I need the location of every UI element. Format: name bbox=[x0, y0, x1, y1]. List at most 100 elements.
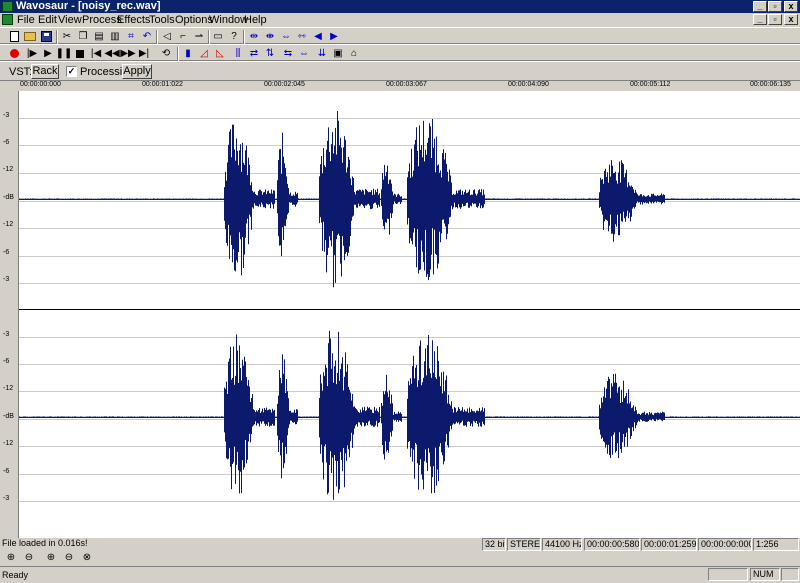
ruler-label: 00:00:02:045 bbox=[264, 81, 305, 88]
doc-close-button[interactable]: x bbox=[784, 14, 798, 25]
zoom-out-h-button[interactable]: ⇔ bbox=[279, 30, 293, 43]
rack-button[interactable]: Rack bbox=[31, 64, 59, 79]
stop-button[interactable] bbox=[73, 47, 87, 60]
fade-in-button[interactable]: ◿ bbox=[197, 47, 211, 60]
menu-effects[interactable]: Effects bbox=[117, 13, 150, 27]
fast-forward-button[interactable]: ▶▶ bbox=[120, 47, 135, 60]
close-button[interactable]: x bbox=[784, 1, 798, 12]
zoom-in-icon: ⊕ bbox=[6, 552, 16, 563]
print-button[interactable]: ▭ bbox=[211, 30, 225, 43]
menu-view[interactable]: View bbox=[58, 13, 82, 27]
go-start-icon: |◀ bbox=[90, 47, 102, 59]
zoom-out-horizontal-icon: ⇔ bbox=[281, 30, 291, 42]
scroll-right-button[interactable]: ▶ bbox=[327, 30, 341, 43]
zoom-vertical-in-button[interactable]: ⊕ bbox=[44, 552, 58, 565]
doc-restore-button[interactable]: ▫ bbox=[768, 14, 782, 25]
selection-length: 00:00:00:000 bbox=[698, 538, 752, 551]
db-label: -12 bbox=[3, 166, 14, 173]
pause-button[interactable]: ❚❚ bbox=[56, 47, 73, 60]
stereo-button[interactable]: ▣ bbox=[331, 47, 345, 60]
db-label: -12 bbox=[3, 385, 14, 392]
new-file-icon bbox=[9, 31, 19, 42]
scroll-left-button[interactable]: ◀ bbox=[311, 30, 325, 43]
play-icon: ▶ bbox=[44, 47, 52, 59]
ruler-label: 00:00:05:112 bbox=[630, 81, 671, 88]
undo-button[interactable]: ↶ bbox=[140, 30, 154, 43]
open-file-button[interactable] bbox=[23, 30, 37, 43]
menu-help[interactable]: Help bbox=[244, 13, 267, 27]
maximize-button[interactable]: ▫ bbox=[768, 1, 782, 12]
new-file-button[interactable] bbox=[7, 30, 21, 43]
db-label: -12 bbox=[3, 221, 14, 228]
shrink-button[interactable]: ⇊ bbox=[315, 47, 329, 60]
normalize-button[interactable]: ▮ bbox=[181, 47, 195, 60]
trim-icon: ⌗ bbox=[128, 30, 134, 42]
invert-button[interactable]: ⇅ bbox=[263, 47, 277, 60]
invert-icon: ⇅ bbox=[265, 47, 275, 59]
paste-button[interactable]: ▤ bbox=[92, 30, 106, 43]
play-from-start-button[interactable]: |▶ bbox=[25, 47, 39, 60]
stretch-button[interactable]: ⇔ bbox=[297, 47, 311, 60]
loop-button[interactable]: ⟲ bbox=[159, 47, 173, 60]
marker-button[interactable]: ⇀ bbox=[192, 30, 206, 43]
zoom-full-icon: ⊗ bbox=[82, 552, 92, 563]
play-button[interactable]: ▶ bbox=[41, 47, 55, 60]
help-button[interactable]: ? bbox=[227, 30, 241, 43]
rewind-icon: ◀◀ bbox=[104, 47, 120, 59]
channel-mode: STEREO bbox=[507, 538, 541, 551]
save-button[interactable] bbox=[39, 30, 53, 43]
copy-button[interactable]: ❐ bbox=[76, 30, 90, 43]
zoom-full-button[interactable]: ⊗ bbox=[80, 552, 94, 565]
paste-mix-icon: ▥ bbox=[110, 30, 120, 42]
menu-options[interactable]: Options bbox=[175, 13, 213, 27]
time-ruler[interactable]: 00:00:00:000 00:00:01:022 00:00:02:045 0… bbox=[18, 81, 800, 91]
reverse-button[interactable]: ⇄ bbox=[247, 47, 261, 60]
stop-icon bbox=[76, 49, 84, 58]
apply-button[interactable]: Apply bbox=[122, 64, 152, 79]
zoom-in-h-button[interactable]: ⇼ bbox=[263, 30, 277, 43]
zoom-out-button[interactable]: ⊖ bbox=[22, 552, 36, 565]
bit-depth: 32 bit bbox=[482, 538, 506, 551]
menu-window[interactable]: Window bbox=[209, 13, 248, 27]
stereo-icon: ▣ bbox=[333, 47, 343, 59]
pitch-button[interactable]: ⇆ bbox=[281, 47, 295, 60]
trim-button[interactable]: ⌗ bbox=[124, 30, 138, 43]
fade-out-icon: ◺ bbox=[216, 47, 224, 59]
menu-process[interactable]: Process bbox=[82, 13, 122, 27]
wavosaur-window: Wavosaur - [noisy_rec.wav] _ ▫ x File Ed… bbox=[0, 0, 800, 583]
zoom-in-button[interactable]: ⊕ bbox=[4, 552, 18, 565]
silence-button[interactable]: ⫼ bbox=[231, 47, 245, 60]
menu-bar: File Edit View Process Effects Tools Opt… bbox=[0, 13, 800, 27]
arrow-right-icon: ▶ bbox=[330, 30, 338, 42]
menu-file[interactable]: File bbox=[17, 13, 35, 27]
num-lock-indicator: NUM bbox=[750, 568, 780, 581]
cut-button[interactable]: ✂ bbox=[60, 30, 74, 43]
zoom-fit-button[interactable]: ⇹ bbox=[247, 30, 261, 43]
status-cell bbox=[708, 568, 748, 581]
document-icon[interactable] bbox=[2, 14, 13, 25]
record-button[interactable] bbox=[7, 47, 21, 60]
insert-button[interactable]: ⌐ bbox=[176, 30, 190, 43]
zoom-vertical-in-icon: ⊕ bbox=[46, 552, 56, 563]
app-icon[interactable] bbox=[2, 1, 13, 12]
doc-minimize-button[interactable]: _ bbox=[753, 14, 767, 25]
minimize-button[interactable]: _ bbox=[753, 1, 767, 12]
zoom-in-horizontal-icon: ⇼ bbox=[265, 30, 275, 42]
delete-button[interactable]: ⌂ bbox=[347, 47, 361, 60]
paste-mix-button[interactable]: ▥ bbox=[108, 30, 122, 43]
go-start-button[interactable]: |◀ bbox=[89, 47, 103, 60]
volume-button[interactable]: ◁ bbox=[160, 30, 174, 43]
rewind-button[interactable]: ◀◀ bbox=[104, 47, 120, 60]
zoom-sel-button[interactable]: ⇿ bbox=[295, 30, 309, 43]
menu-edit[interactable]: Edit bbox=[38, 13, 57, 27]
processing-checkbox[interactable]: ✓ bbox=[66, 66, 77, 77]
db-label: -3 bbox=[3, 112, 10, 119]
db-label: -6 bbox=[3, 468, 10, 475]
undo-icon: ↶ bbox=[142, 30, 152, 42]
fade-out-button[interactable]: ◺ bbox=[213, 47, 227, 60]
go-end-button[interactable]: ▶| bbox=[137, 47, 151, 60]
zoom-selection-icon: ⇿ bbox=[297, 30, 307, 42]
waveform-canvas[interactable] bbox=[18, 91, 800, 538]
zoom-vertical-out-button[interactable]: ⊖ bbox=[62, 552, 76, 565]
menu-tools[interactable]: Tools bbox=[149, 13, 175, 27]
